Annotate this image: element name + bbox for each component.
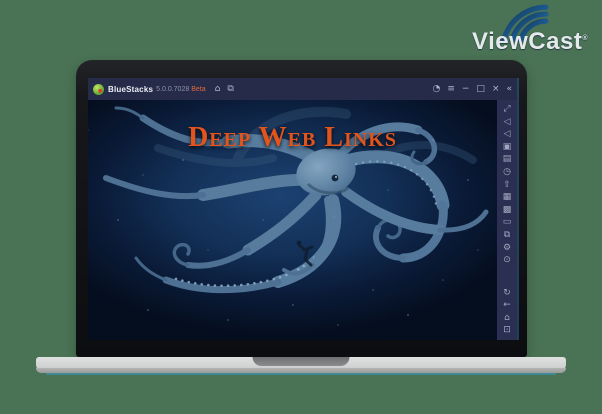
app-screen[interactable]: Deep Web Links <box>88 100 497 340</box>
shake-icon[interactable]: ▩ <box>503 205 512 215</box>
screenshot-icon[interactable]: ▣ <box>503 142 512 152</box>
laptop-base-notch <box>252 357 350 366</box>
page-background: ViewCast® BlueStacks 5.0.0.7028 Beta ⌂ ⧉ … <box>0 0 602 414</box>
titlebar-window-controls: ◔ ≡ − □ × « <box>432 84 512 94</box>
media-manager-icon[interactable]: ▭ <box>503 218 512 227</box>
bluestacks-logo-icon <box>93 83 104 95</box>
laptop-screen-bezel: BlueStacks 5.0.0.7028 Beta ⌂ ⧉ ◔ ≡ − □ × « <box>76 60 527 357</box>
bluestacks-sidebar: ⤢ ◁ ◁ ▣ ▤ ◷ ⇧ ▦ ▩ ▭ ⧉ ⚙ ⊙ ↻ ← ⌂ ⊡ <box>497 100 517 340</box>
viewcast-wordmark: ViewCast® <box>472 28 588 55</box>
more-icon[interactable]: ⊙ <box>503 256 511 265</box>
app-version: 5.0.0.7028 <box>156 85 190 93</box>
screen-record-icon[interactable]: ▤ <box>503 155 512 164</box>
screen-heading: Deep Web Links <box>188 122 397 153</box>
sync-icon[interactable]: ⇧ <box>503 180 511 190</box>
viewcast-logo: ViewCast® <box>426 2 594 58</box>
app-title: BlueStacks <box>108 84 154 94</box>
recent-apps-icon[interactable]: ⊡ <box>503 326 511 335</box>
volume-up-icon[interactable]: ◁ <box>504 117 511 127</box>
fullscreen-icon[interactable]: ⤢ <box>503 105 510 114</box>
volume-down-icon[interactable]: ◁ <box>504 130 511 139</box>
back-icon[interactable]: ← <box>503 301 511 310</box>
registered-mark: ® <box>582 35 588 42</box>
bluestacks-window: BlueStacks 5.0.0.7028 Beta ⌂ ⧉ ◔ ≡ − □ × « <box>88 78 517 340</box>
collapse-sidebar-icon[interactable]: « <box>506 84 512 94</box>
app-channel-badge: Beta <box>191 85 206 93</box>
titlebar-left-icons: ⌂ ⧉ <box>215 84 234 94</box>
multi-window-icon[interactable]: ⧉ <box>227 84 233 94</box>
bluestacks-titlebar[interactable]: BlueStacks 5.0.0.7028 Beta ⌂ ⧉ ◔ ≡ − □ × « <box>88 78 517 100</box>
laptop-base-accent-line <box>46 373 556 375</box>
home-icon[interactable]: ⌂ <box>215 84 221 94</box>
close-icon[interactable]: × <box>492 84 500 94</box>
macro-recorder-icon[interactable]: ◷ <box>503 167 511 177</box>
rotate-icon[interactable]: ↻ <box>503 288 511 298</box>
sidebar-nav: ↻ ← ⌂ ⊡ <box>503 288 511 336</box>
game-controls-icon[interactable]: ▦ <box>503 193 512 202</box>
minimize-icon[interactable]: − <box>462 84 470 94</box>
maximize-icon[interactable]: □ <box>476 84 485 94</box>
menu-icon[interactable]: ≡ <box>447 84 455 94</box>
settings-icon[interactable]: ⚙ <box>503 243 511 253</box>
sidebar-tools: ⤢ ◁ ◁ ▣ ▤ ◷ ⇧ ▦ ▩ ▭ ⧉ ⚙ ⊙ <box>503 105 512 265</box>
nav-home-icon[interactable]: ⌂ <box>504 313 510 323</box>
boost-icon[interactable]: ◔ <box>432 84 440 94</box>
multi-instance-icon[interactable]: ⧉ <box>504 230 510 240</box>
